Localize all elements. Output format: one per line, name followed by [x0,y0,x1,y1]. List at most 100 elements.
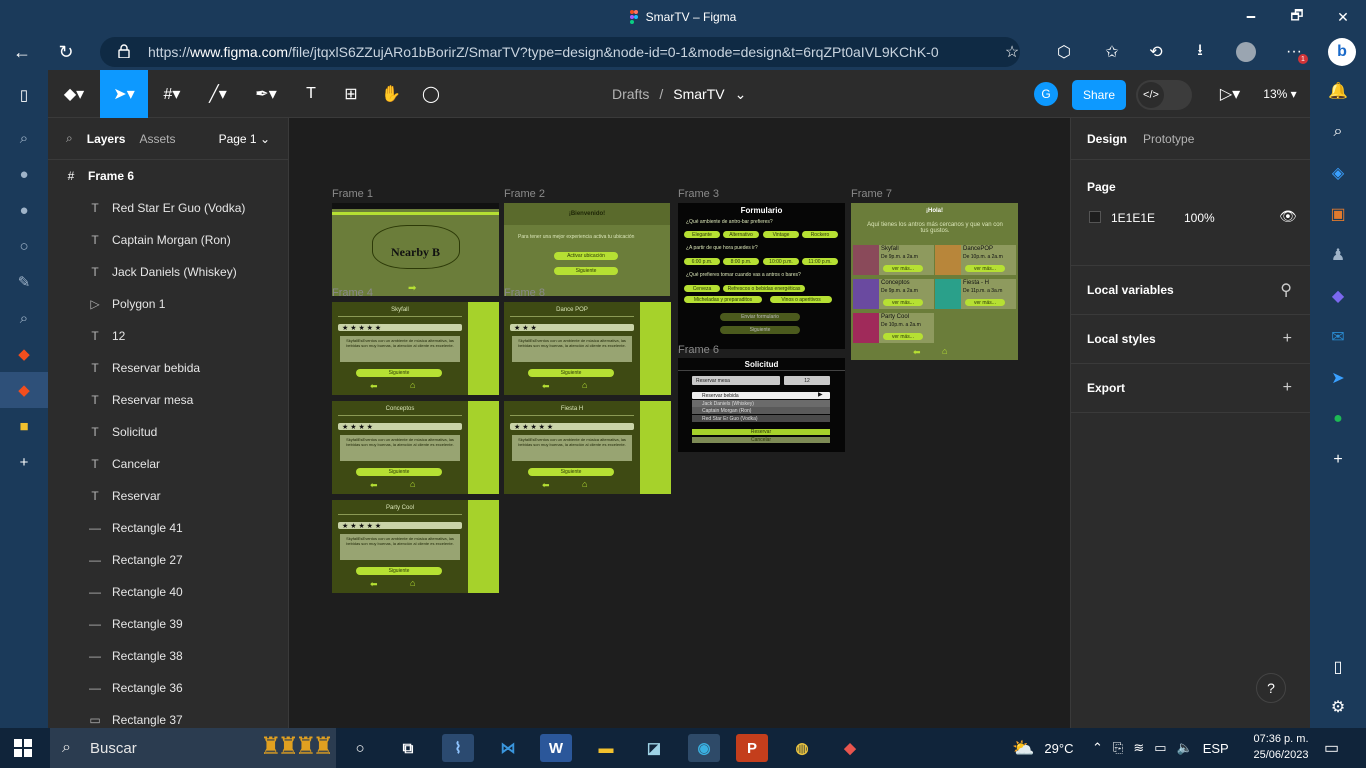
sidebar-toggle-icon[interactable]: ▯ [1310,646,1366,687]
figma-tab-active-icon[interactable]: ◆ [0,372,48,408]
chrome-icon[interactable]: ◍ [786,734,818,762]
frame-label[interactable]: Frame 7 [851,188,892,200]
page-opacity[interactable]: 100% [1184,211,1215,225]
form-next-button[interactable]: Siguiente [720,326,800,334]
next-button[interactable]: Siguiente [356,468,442,476]
outlook-icon[interactable]: ✉ [1310,316,1366,357]
venue-detail-frame[interactable]: Party Cool ★ ★ ★ ★ ★ SkyfallEsEventos co… [332,500,499,593]
answer-option[interactable]: 6:00 p.m. [684,258,720,265]
app-icon-glass[interactable]: ◪ [638,734,670,762]
tab-actions-icon[interactable]: ▯ [0,70,48,120]
home-icon[interactable]: ⌂ [942,346,947,356]
see-more-button[interactable]: ver más... [883,333,923,340]
home-icon[interactable]: ⌂ [582,479,587,489]
minimize-button[interactable]: 🗕 [1228,0,1274,34]
vscode-icon[interactable]: ⋈ [492,734,524,762]
venue-card[interactable]: Skyfall De 9p.m. a 2a.m ver más... [853,245,934,275]
wifi-icon[interactable]: ≋ [1133,740,1144,756]
restore-button[interactable]: 🗗 [1274,0,1320,34]
drink-option[interactable]: Jack Daniels (Whiskey) [692,400,830,407]
layer-row[interactable]: — Rectangle 40 [48,576,288,608]
layer-row[interactable]: — Rectangle 27 [48,544,288,576]
next-button[interactable]: Siguiente [356,567,442,575]
back-arrow-icon[interactable]: ⬅ [370,480,378,491]
visibility-eye-icon[interactable]: 👁 [1279,208,1297,225]
page-color-swatch[interactable] [1089,211,1101,223]
page-color-value[interactable]: 1E1E1E [1111,211,1155,225]
export-section[interactable]: Export + [1071,364,1310,413]
frame-2[interactable]: ¡Bienvenido! Para tener una mejor experi… [504,203,670,296]
home-icon[interactable]: ⌂ [410,479,415,489]
settings-gear-icon[interactable]: ⚙ [1310,686,1366,727]
see-more-button[interactable]: ver más... [883,265,923,272]
network-icon[interactable]: ▭ [1154,740,1166,756]
tab-design[interactable]: Design [1087,132,1127,146]
back-arrow-icon[interactable]: ⬅ [542,480,550,491]
taskbar-search[interactable]: ⌕ Buscar ♜♜♜♜ [50,728,336,768]
language-indicator[interactable]: ESP [1203,741,1229,756]
layer-row[interactable]: T Jack Daniels (Whiskey) [48,256,288,288]
shopping-tag-icon[interactable]: ◈ [1310,152,1366,193]
favorites-icon[interactable]: ✩ [1090,34,1134,70]
next-button[interactable]: Siguiente [528,369,614,377]
people-icon[interactable]: ♟ [1310,234,1366,275]
answer-option[interactable]: 10:00 p.m. [763,258,799,265]
bing-icon[interactable]: b [1320,34,1364,70]
next-button[interactable]: Siguiente [554,267,618,275]
file-name[interactable]: SmarTV [673,86,724,102]
user-avatar[interactable]: G [1034,82,1058,106]
refresh-button[interactable]: ↻ [44,34,88,70]
next-button[interactable]: Siguiente [528,468,614,476]
frame-tool-icon[interactable]: #▾ [152,70,192,118]
frame-3-form[interactable]: Formulario ¿Qué ambiente de antro-bar pr… [678,203,845,349]
reserve-button[interactable]: Reservar [692,429,830,435]
layer-row[interactable]: T 12 [48,320,288,352]
venue-detail-frame[interactable]: Dance POP ★ ★ ★ SkyfallEsEventos con un … [504,302,671,395]
add-export-icon[interactable]: + [1283,379,1292,397]
share-button[interactable]: Share [1072,80,1126,110]
layer-row[interactable]: — Rectangle 41 [48,512,288,544]
text-tool-icon[interactable]: T [298,70,324,118]
powerpoint-icon[interactable]: P [736,734,768,762]
venue-detail-frame[interactable]: Fiesta H ★ ★ ★ ★ ★ SkyfallEsEventos con … [504,401,671,494]
reserve-drink-select[interactable]: Reservar bebida [692,392,830,399]
answer-option[interactable]: Elegante [684,231,720,238]
app-icon-dev[interactable]: ⌇ [442,734,474,762]
layer-row[interactable]: — Rectangle 36 [48,672,288,704]
move-tool-icon[interactable]: ➤▾ [100,70,148,118]
layer-frame-row[interactable]: # Frame 6 [48,160,288,192]
frame-label[interactable]: Frame 6 [678,344,719,356]
back-arrow-icon[interactable]: ⬅ [913,347,921,358]
tray-app-icon[interactable]: ⎘ [1113,740,1123,756]
more-menu-icon[interactable]: ··· 1 [1272,34,1316,70]
home-icon[interactable]: ⌂ [410,380,415,390]
new-tab-icon[interactable]: + [0,444,48,480]
table-count-field[interactable]: 12 [784,376,830,385]
tool-tab-icon[interactable]: ✎ [0,264,48,300]
present-play-icon[interactable]: ▷▾ [1210,70,1250,118]
extensions-icon[interactable]: ⬡ [1042,34,1086,70]
comment-tool-icon[interactable]: ◯ [418,70,444,118]
sidebar-search-icon[interactable]: ⌕ [1310,111,1366,152]
edge-browser-icon[interactable]: ◉ [688,734,720,762]
send-form-button[interactable]: Enviar formulario [720,313,800,321]
back-arrow-icon[interactable]: ⬅ [370,381,378,392]
venue-detail-frame[interactable]: Conceptos ★ ★ ★ ★ SkyfallEsEventos con u… [332,401,499,494]
tab-assets[interactable]: Assets [139,132,175,146]
layer-row[interactable]: — Rectangle 39 [48,608,288,640]
github-tab-icon[interactable]: ● [0,156,48,192]
frame-label[interactable]: Frame 4 [332,287,373,299]
zoom-level[interactable]: 13% ▾ [1256,70,1304,118]
copilot-icon[interactable]: ◆ [1310,275,1366,316]
main-menu-icon[interactable]: ◆▾ [48,70,100,118]
search-layers-icon[interactable]: ⌕ [66,131,73,146]
back-button[interactable]: ← [0,34,44,70]
local-variables-section[interactable]: Local variables ⚲ [1071,266,1310,315]
chevron-down-icon[interactable]: ⌄ [735,86,747,103]
help-button[interactable]: ? [1256,673,1286,703]
pen-tool-icon[interactable]: ✒▾ [244,70,288,118]
home-icon[interactable]: ⌂ [410,578,415,588]
tab-layers[interactable]: Layers [87,132,126,146]
see-more-button[interactable]: ver más... [965,299,1005,306]
answer-option[interactable]: Refrescos o bebidas energéticas [723,285,805,292]
